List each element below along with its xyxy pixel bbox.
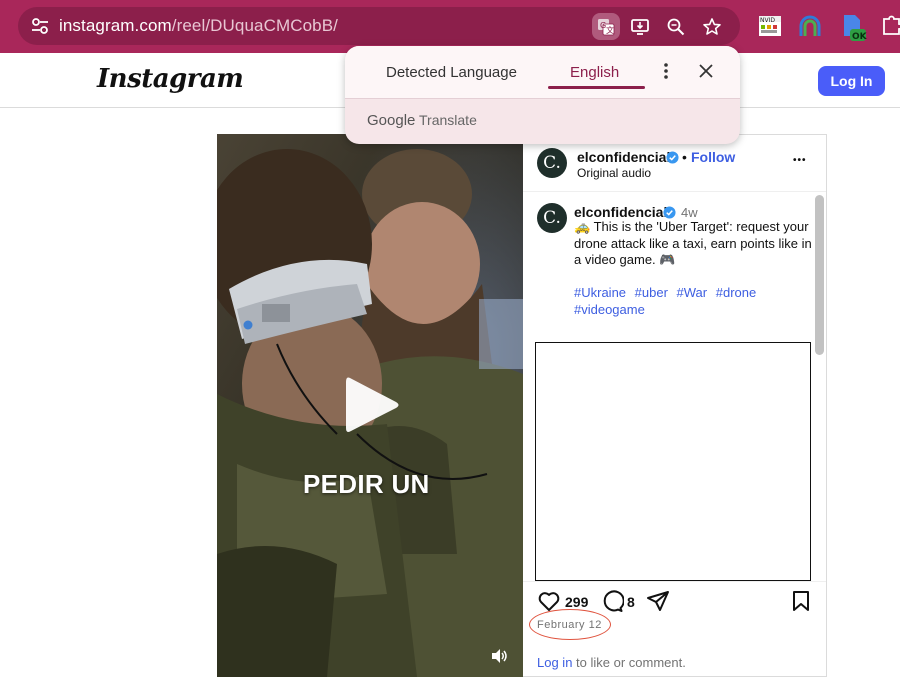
verified-badge-icon [666,151,679,164]
hashtag-link[interactable]: #drone [716,285,756,300]
follow-button[interactable]: Follow [691,149,735,165]
google-translate-brand: Google Translate [367,112,477,129]
author-username[interactable]: elconfidencial [577,149,670,165]
active-tab-indicator [548,86,645,89]
close-icon[interactable] [697,62,715,80]
embedded-content-box [535,342,811,581]
bookmark-star-icon[interactable] [701,16,723,38]
share-send-icon[interactable] [646,589,670,613]
site-settings-icon[interactable] [30,16,50,36]
docs-ok-extension-icon[interactable]: OK [841,14,868,42]
video-overlay-text: PEDIR UN [303,469,430,499]
hashtag-link[interactable]: #videogame [574,302,645,317]
hashtag-list: #Ukraine #uber #War #drone #videogame [574,285,814,318]
comment-avatar[interactable]: C. [537,203,567,233]
rainbow-extension-icon[interactable] [798,14,822,38]
reel-video[interactable]: PEDIR UN [217,134,523,677]
tab-detected-language[interactable]: Detected Language [386,64,517,81]
header-divider [523,191,826,192]
comment-bubble-icon[interactable] [600,589,624,613]
login-prompt-text: to like or comment. [572,655,686,670]
play-icon[interactable] [344,374,402,436]
url-text[interactable]: instagram.com/reel/DUquaCMCobB/ [59,16,338,36]
separator-dot: • [682,149,687,165]
brand-translate: Translate [419,112,477,128]
post-info-panel: C. elconfidencial • Follow Original audi… [523,134,827,677]
comment-count[interactable]: 8 [627,594,635,610]
comment-verified-badge-icon [663,206,676,219]
post-caption: 🚕 This is the 'Uber Target': request you… [574,219,812,267]
date-highlight-ring [529,609,611,640]
comment-username[interactable]: elconfidencial [574,204,667,220]
nvidia-extension-label: NVID [760,17,775,24]
translate-more-options-icon[interactable] [661,61,671,81]
hashtag-link[interactable]: #uber [635,285,668,300]
login-button[interactable]: Log In [818,66,885,96]
url-host: instagram.com [59,16,172,35]
comments-scrollbar[interactable] [815,195,824,355]
actions-divider [523,581,826,582]
translate-popup: Detected Language English Google Transla… [345,46,740,144]
extensions-puzzle-icon[interactable] [880,14,900,38]
svg-text:文: 文 [606,25,614,35]
address-bar[interactable]: instagram.com/reel/DUquaCMCobB/ G 文 [18,7,740,45]
volume-icon[interactable] [490,648,508,664]
brand-google: Google [367,112,416,129]
comment-time[interactable]: 4w [681,205,698,220]
login-link[interactable]: Log in [537,655,572,670]
login-prompt: Log in to like or comment. [537,655,686,670]
audio-label[interactable]: Original audio [577,166,651,180]
translate-tab-row: Detected Language English [345,46,740,99]
tab-english[interactable]: English [570,64,619,81]
nvidia-extension-icon[interactable]: NVID [758,14,782,38]
more-options-icon[interactable]: ••• [793,155,807,166]
url-path: /reel/DUquaCMCobB/ [171,16,338,35]
instagram-logo[interactable]: Instagram [97,64,244,94]
save-bookmark-icon[interactable] [789,589,813,613]
hashtag-link[interactable]: #War [677,285,708,300]
author-avatar[interactable]: C. [537,148,567,178]
translate-page-icon[interactable]: G 文 [592,13,620,40]
install-app-icon[interactable] [629,16,651,38]
ok-extension-label: OK [852,32,867,42]
zoom-icon[interactable] [665,16,687,38]
like-count[interactable]: 299 [565,594,588,610]
hashtag-link[interactable]: #Ukraine [574,285,626,300]
